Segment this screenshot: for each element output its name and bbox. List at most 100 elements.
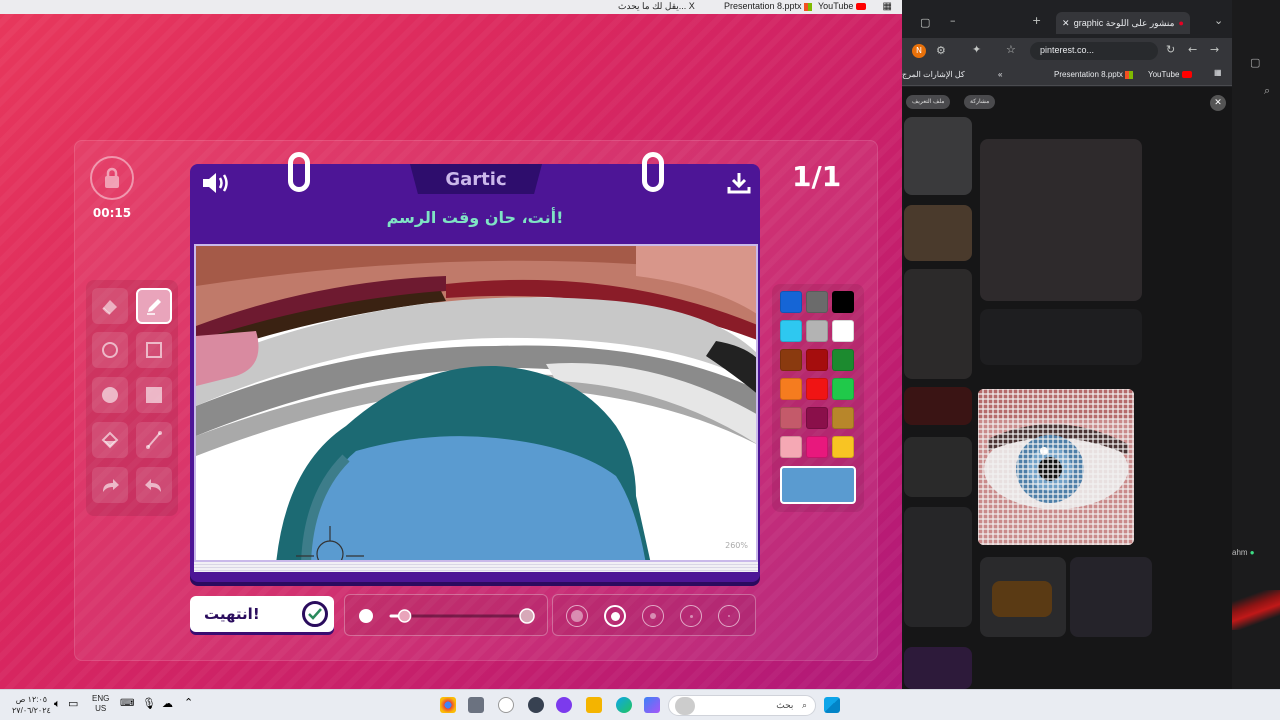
color-swatch[interactable] [780,436,802,458]
sync-icon[interactable]: ☁ [162,697,173,710]
profile-pill[interactable]: ملف التعريف [906,95,951,109]
chrome-icon[interactable] [440,697,456,713]
color-swatch[interactable] [832,349,854,371]
window-minimize-icon[interactable]: – [950,14,956,27]
pin-thumb[interactable] [904,507,972,627]
pin-thumb[interactable] [992,581,1052,617]
color-swatch[interactable] [806,407,828,429]
start-icon[interactable] [824,697,840,713]
discord-icon[interactable] [556,697,572,713]
pencil-tool[interactable] [136,288,172,324]
color-swatch[interactable] [780,320,802,342]
window-restore-icon[interactable]: ▢ [920,16,930,29]
app-icon[interactable] [498,697,514,713]
clock[interactable]: ١٢:٠٥ ص ٢٧/٠٦/٢٠٢٤ [12,694,51,716]
pin-thumb[interactable] [904,117,972,195]
pin-thumb[interactable] [904,205,972,261]
main-pin-image[interactable] [980,139,1142,301]
brush-size-option[interactable] [642,605,664,627]
drawing-canvas[interactable]: 260% [194,244,758,562]
all-bookmarks[interactable]: كل الإشارات المرج [902,70,965,79]
keyboard-icon[interactable]: ⌨ [120,698,134,709]
ellipse-outline-tool[interactable] [92,332,128,368]
close-icon[interactable]: ✕ [1210,95,1226,111]
color-swatch[interactable] [832,407,854,429]
color-swatch[interactable] [806,349,828,371]
color-swatch[interactable] [832,320,854,342]
close-tab-icon[interactable]: ✕ [1062,18,1070,29]
color-swatch[interactable] [832,291,854,313]
url-field[interactable]: pinterest.co... [1030,42,1158,60]
store-icon[interactable] [468,697,484,713]
network-icon[interactable]: ▭ [68,697,78,710]
volume-icon[interactable]: 🔈︎ [54,698,61,711]
apps-grid-icon[interactable]: ▦ [883,1,892,12]
color-swatch[interactable] [780,407,802,429]
done-button[interactable]: انتهيت! [190,596,334,632]
brush-size-option[interactable] [680,605,702,627]
brush-size-option[interactable] [718,605,740,627]
reload-icon[interactable]: ↻ [1166,43,1175,56]
eraser-tool[interactable] [92,288,128,324]
tab-search-icon[interactable]: ⌄ [1214,14,1223,27]
bookmark-youtube-b[interactable]: YouTube [1148,70,1192,79]
speaker-icon[interactable] [200,170,230,200]
pin-thumb[interactable] [904,387,972,425]
back-icon[interactable]: ← [1188,43,1197,56]
window-icon[interactable]: ▢ [1250,56,1260,69]
settings-icon[interactable] [528,697,544,713]
star-icon[interactable]: ☆ [1006,43,1016,56]
bookmark-presentation[interactable]: Presentation 8.pptx [724,1,813,11]
toolbox [86,280,178,516]
color-swatch[interactable] [780,291,802,313]
download-icon[interactable] [726,170,752,200]
color-swatch[interactable] [780,349,802,371]
color-swatch[interactable] [806,378,828,400]
ellipse-filled-tool[interactable] [92,377,128,413]
redo-tool[interactable] [92,467,128,503]
drawing-artwork [196,246,756,560]
language-indicator[interactable]: ENG US [92,694,109,714]
rectangle-outline-tool[interactable] [136,332,172,368]
bookmark-youtube[interactable]: YouTube [818,1,866,11]
brush-size-option[interactable] [604,605,626,627]
color-swatch[interactable] [806,320,828,342]
current-color-swatch[interactable] [780,466,856,504]
menu-icon[interactable]: ⚙ [936,44,946,57]
opacity-slider[interactable] [345,595,549,637]
profile-avatar[interactable]: N [912,44,926,58]
color-swatch[interactable] [780,378,802,400]
apps-grid-icon[interactable]: ▦ [1214,68,1222,77]
undo-tool[interactable] [136,467,172,503]
copilot-icon[interactable] [644,697,660,713]
taskbar-search[interactable]: بحث ⌕ [668,695,816,716]
bookmark-presentation-b[interactable]: Presentation 8.pptx [1054,70,1134,79]
circle-filled-icon [102,387,118,403]
line-tool[interactable] [136,422,172,458]
edge-icon[interactable] [616,697,632,713]
color-swatch[interactable] [806,436,828,458]
chevron-icon[interactable]: « [998,70,1002,79]
search-highlight-icon [675,697,695,715]
pin-thumb[interactable] [904,437,972,497]
share-pill[interactable]: مشاركة [964,95,996,109]
file-explorer-icon[interactable] [586,697,602,713]
bookmark-x[interactable]: يقل لك ما يحدث... X [618,1,695,12]
pin-thumb[interactable] [904,647,972,689]
brush-size-option[interactable] [566,605,588,627]
pixel-eye-pin[interactable] [978,389,1134,545]
new-tab-icon[interactable]: + [1032,14,1041,27]
rectangle-filled-tool[interactable] [136,377,172,413]
color-swatch[interactable] [806,291,828,313]
fill-tool[interactable] [92,422,128,458]
pin-thumb[interactable] [1070,557,1152,637]
search-icon[interactable]: ⌕ [1264,84,1270,98]
browser-tab[interactable]: ✕ graphic منشور على اللوحة ● [1056,12,1190,34]
forward-icon[interactable]: → [1210,43,1219,56]
color-swatch[interactable] [832,436,854,458]
color-swatch[interactable] [832,378,854,400]
extensions-icon[interactable]: ✦ [972,43,981,56]
chevron-up-icon[interactable]: ⌃ [184,696,193,709]
pin-thumb[interactable] [904,269,972,379]
microphone-icon[interactable]: 🎙︎ [142,697,156,710]
